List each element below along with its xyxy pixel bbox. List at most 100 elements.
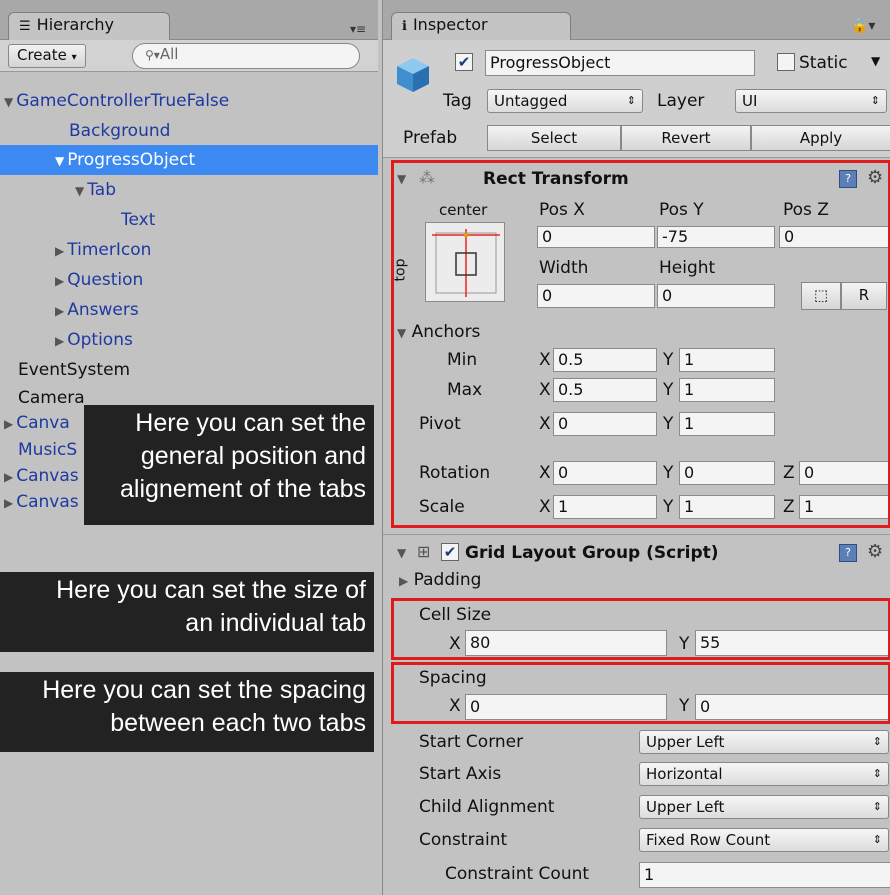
inspector-panel: ℹ Inspector 🔒▾ ✔ ProgressObject Static ▼ … bbox=[382, 0, 890, 895]
tree-item-label: Background bbox=[69, 121, 171, 141]
tag-value: Untagged bbox=[494, 92, 568, 110]
tree-item-label: Canva bbox=[16, 413, 70, 433]
hierarchy-tab[interactable]: ☰ Hierarchy bbox=[8, 12, 170, 40]
updown-icon: ⇕ bbox=[872, 767, 882, 780]
constraint-count-label: Constraint Count bbox=[445, 864, 590, 884]
callout-position: Here you can set the general position an… bbox=[84, 405, 374, 525]
prefab-revert-button[interactable]: Revert bbox=[621, 125, 751, 151]
foldout-icon[interactable]: ▶ bbox=[55, 304, 64, 318]
tree-item[interactable]: Background bbox=[0, 116, 378, 146]
foldout-icon[interactable]: ▼ bbox=[4, 95, 13, 109]
tree-item[interactable]: ▼ GameControllerTrueFalse bbox=[0, 86, 378, 116]
tree-item-label: EventSystem bbox=[18, 360, 131, 380]
tag-label: Tag bbox=[443, 91, 472, 111]
hierarchy-search-input[interactable]: ⚲▾All bbox=[132, 43, 360, 69]
callout-line: Here you can set the size of bbox=[56, 576, 366, 604]
prefab-select-button[interactable]: Select bbox=[487, 125, 621, 151]
padding-label: Padding bbox=[413, 570, 482, 590]
foldout-icon[interactable]: ▶ bbox=[55, 274, 64, 288]
callout-size: Here you can set the size of an individu… bbox=[0, 572, 374, 652]
tree-item[interactable]: ▶ Options bbox=[0, 325, 378, 355]
start-corner-dropdown[interactable]: Upper Left ⇕ bbox=[639, 730, 889, 754]
foldout-icon: ▶ bbox=[399, 574, 409, 588]
foldout-icon[interactable]: ▶ bbox=[4, 417, 13, 431]
foldout-icon[interactable]: ▶ bbox=[55, 334, 64, 348]
tree-item-label: Answers bbox=[67, 300, 139, 320]
constraint-dropdown[interactable]: Fixed Row Count ⇕ bbox=[639, 828, 889, 852]
active-checkbox[interactable]: ✔ bbox=[455, 53, 473, 71]
tree-item-label: Camera bbox=[18, 388, 85, 408]
lock-icon[interactable]: 🔒▾ bbox=[851, 18, 875, 34]
tree-item-selected[interactable]: ▼ ProgressObject bbox=[0, 145, 378, 175]
inspector-tab[interactable]: ℹ Inspector bbox=[391, 12, 571, 40]
child-alignment-label: Child Alignment bbox=[419, 797, 555, 817]
callout-spacing: Here you can set the spacing between eac… bbox=[0, 672, 374, 752]
grid-layout-icon: ⊞ bbox=[417, 542, 431, 561]
tree-item-label: Text bbox=[121, 210, 156, 230]
constraint-count-input[interactable]: 1 bbox=[639, 862, 890, 888]
help-book-icon[interactable]: ? bbox=[839, 544, 857, 562]
info-icon: ℹ bbox=[402, 19, 407, 34]
prefab-label: Prefab bbox=[403, 128, 458, 148]
search-placeholder: All bbox=[159, 45, 179, 63]
tree-item-label: GameControllerTrueFalse bbox=[16, 91, 230, 111]
tree-item[interactable]: Text bbox=[0, 205, 378, 235]
hierarchy-toolbar: Create ▾ ⚲▾All bbox=[0, 40, 378, 72]
constraint-label: Constraint bbox=[419, 830, 508, 850]
start-axis-dropdown[interactable]: Horizontal ⇕ bbox=[639, 762, 889, 786]
inspector-tab-label: Inspector bbox=[412, 15, 488, 34]
gear-icon[interactable]: ⚙ bbox=[867, 541, 883, 562]
callout-line: between each two tabs bbox=[110, 709, 366, 737]
tree-item-label: TimerIcon bbox=[67, 240, 152, 260]
callout-line: Here you can set the spacing bbox=[42, 676, 366, 704]
tree-item-label: ProgressObject bbox=[67, 150, 196, 170]
gameobject-cube-icon bbox=[397, 58, 429, 92]
chevron-down-icon[interactable]: ▼ bbox=[871, 49, 880, 73]
updown-icon: ⇕ bbox=[626, 94, 636, 107]
callout-line: general position and bbox=[140, 442, 366, 470]
updown-icon: ⇕ bbox=[872, 800, 882, 813]
callout-line: alignement of the tabs bbox=[120, 475, 366, 503]
foldout-icon[interactable]: ▼ bbox=[55, 154, 64, 168]
rect-transform-highlight bbox=[391, 160, 890, 528]
object-name-input[interactable]: ProgressObject bbox=[485, 50, 755, 76]
tree-item[interactable]: ▶ Answers bbox=[0, 295, 378, 325]
inspector-tabstrip: ℹ Inspector 🔒▾ bbox=[383, 0, 890, 40]
foldout-icon[interactable]: ▶ bbox=[4, 470, 13, 484]
tree-item-label: Tab bbox=[87, 180, 117, 200]
child-alignment-dropdown[interactable]: Upper Left ⇕ bbox=[639, 795, 889, 819]
foldout-icon[interactable]: ▼ bbox=[75, 184, 84, 198]
cell-size-highlight bbox=[391, 598, 890, 660]
prefab-apply-button[interactable]: Apply bbox=[751, 125, 890, 151]
constraint-value: Fixed Row Count bbox=[646, 831, 771, 849]
foldout-icon[interactable]: ▶ bbox=[55, 244, 64, 258]
tree-item[interactable]: ▶ TimerIcon bbox=[0, 235, 378, 265]
foldout-icon[interactable]: ▶ bbox=[4, 496, 13, 510]
static-label: Static bbox=[799, 53, 848, 73]
foldout-icon[interactable]: ▼ bbox=[397, 541, 406, 565]
updown-icon: ⇕ bbox=[872, 735, 882, 748]
layer-value: UI bbox=[742, 92, 758, 110]
chevron-down-icon: ▾ bbox=[71, 52, 77, 63]
start-axis-label: Start Axis bbox=[419, 764, 502, 784]
tree-item[interactable]: ▶ Question bbox=[0, 265, 378, 295]
spacing-highlight bbox=[391, 662, 890, 724]
updown-icon: ⇕ bbox=[870, 94, 880, 107]
padding-foldout[interactable]: ▶ Padding bbox=[399, 568, 481, 593]
tree-item[interactable]: EventSystem bbox=[0, 355, 378, 385]
start-axis-value: Horizontal bbox=[646, 765, 723, 783]
hierarchy-tab-label: Hierarchy bbox=[36, 15, 114, 34]
callout-line: an individual tab bbox=[185, 609, 366, 637]
grid-layout-enabled-checkbox[interactable]: ✔ bbox=[441, 543, 459, 561]
create-button[interactable]: Create ▾ bbox=[8, 44, 86, 68]
tree-item-label: MusicS bbox=[18, 440, 78, 460]
panel-menu-icon[interactable]: ▾≡ bbox=[350, 22, 366, 36]
grid-layout-header[interactable]: ▼ ⊞ ✔ Grid Layout Group (Script) ? ⚙ bbox=[383, 536, 890, 570]
grid-layout-title: Grid Layout Group (Script) bbox=[465, 543, 719, 563]
tag-dropdown[interactable]: Untagged ⇕ bbox=[487, 89, 643, 113]
start-corner-label: Start Corner bbox=[419, 732, 524, 752]
component-divider bbox=[383, 534, 890, 535]
static-checkbox[interactable] bbox=[777, 53, 795, 71]
tree-item[interactable]: ▼ Tab bbox=[0, 175, 378, 205]
layer-dropdown[interactable]: UI ⇕ bbox=[735, 89, 887, 113]
